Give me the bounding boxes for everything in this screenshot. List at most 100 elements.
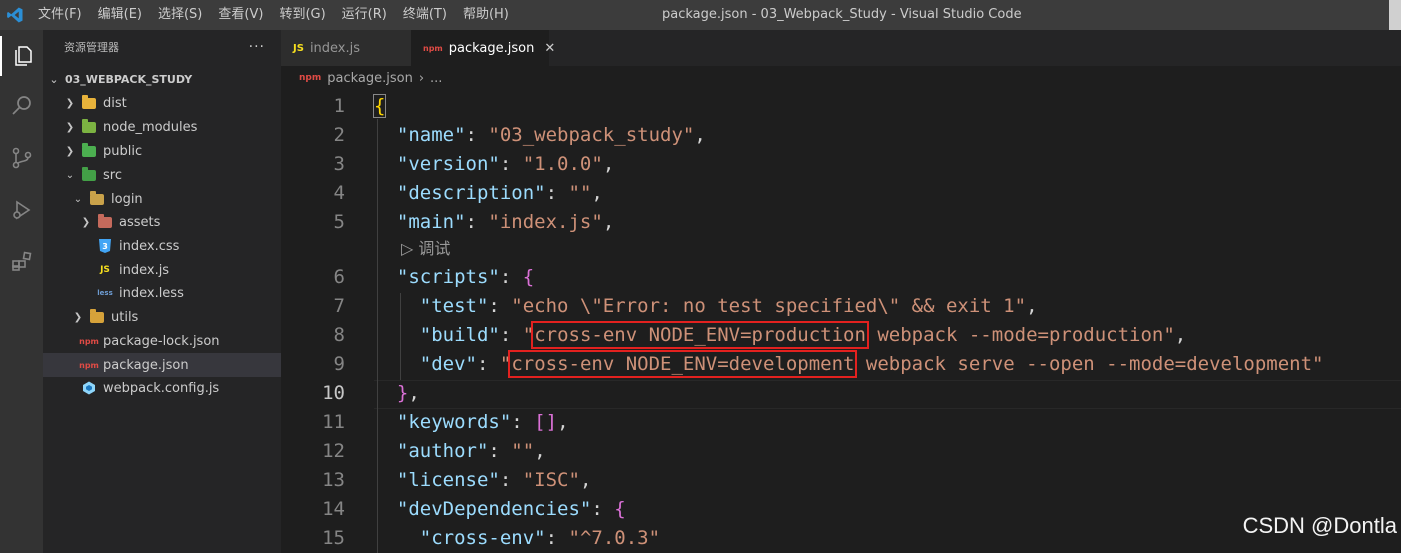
close-brace: } xyxy=(396,382,409,404)
menu-terminal[interactable]: 终端(T) xyxy=(395,0,455,30)
code-line: "keywords": [], xyxy=(396,411,569,433)
json-key: "cross-env" xyxy=(419,527,546,549)
source-control-icon[interactable] xyxy=(0,138,43,178)
tree-item-src[interactable]: ⌄ src xyxy=(43,163,281,187)
tree-item-login[interactable]: ⌄ login xyxy=(43,187,281,211)
chevron-right-icon: ❯ xyxy=(73,311,83,323)
menu-file[interactable]: 文件(F) xyxy=(30,0,90,30)
tree-item-label: src xyxy=(103,167,122,183)
chevron-down-icon: ⌄ xyxy=(65,169,75,181)
chevron-right-icon: ❯ xyxy=(65,121,75,133)
tree-item-package-json[interactable]: npm package.json xyxy=(43,353,281,377)
tab-label: index.js xyxy=(309,40,361,56)
tree-item-index-css[interactable]: 3 index.css xyxy=(43,234,281,258)
code-line: "test": "echo \"Error: no test specified… xyxy=(419,295,1038,317)
json-key: "scripts" xyxy=(396,266,500,288)
json-value: " xyxy=(499,353,512,375)
code-line: "description": "", xyxy=(396,182,603,204)
line-number: 4 xyxy=(333,182,345,204)
menu-help[interactable]: 帮助(H) xyxy=(455,0,517,30)
folder-node-icon xyxy=(81,118,97,135)
json-key: "dev" xyxy=(419,353,477,375)
json-key: "description" xyxy=(396,182,546,204)
folder-utils-icon xyxy=(89,308,105,325)
npm-file-icon: npm xyxy=(79,336,99,346)
webpack-file-icon xyxy=(81,380,97,396)
tab-index-js[interactable]: JS index.js xyxy=(281,30,411,66)
tree-item-public[interactable]: ❯ public xyxy=(43,139,281,163)
menu-selection[interactable]: 选择(S) xyxy=(150,0,210,30)
files-icon[interactable] xyxy=(0,36,43,76)
more-actions-icon[interactable]: ··· xyxy=(249,30,265,64)
tree-item-label: package-lock.json xyxy=(103,333,220,349)
project-name: 03_WEBPACK_STUDY xyxy=(65,72,193,86)
explorer-header: 资源管理器 ··· xyxy=(43,30,281,66)
svg-text:3: 3 xyxy=(102,242,108,251)
json-value: " xyxy=(522,324,535,346)
line-number: 1 xyxy=(333,95,345,117)
line-number: 8 xyxy=(333,324,345,346)
line-number: 12 xyxy=(322,440,345,462)
current-line-highlight xyxy=(374,380,1401,409)
window-controls-edge[interactable] xyxy=(1389,0,1401,30)
menu-run[interactable]: 运行(R) xyxy=(334,0,395,30)
menu-view[interactable]: 查看(V) xyxy=(210,0,271,30)
chevron-right-icon: ❯ xyxy=(65,145,75,157)
breadcrumb-more[interactable]: ... xyxy=(430,71,442,86)
tree-item-label: webpack.config.js xyxy=(103,380,220,396)
breadcrumb: npm package.json › ... xyxy=(281,66,442,90)
highlight-box-development: cross-env NODE_ENV=development xyxy=(508,350,858,378)
extensions-icon[interactable] xyxy=(0,242,43,282)
code-line: "cross-env": "^7.0.3" xyxy=(419,527,661,549)
line-number: 14 xyxy=(322,498,345,520)
json-value: "echo \"Error: no test specified\" && ex… xyxy=(511,295,1027,317)
code-editor[interactable]: 1 2 3 4 5 6 7 8 9 10 11 12 13 14 15 { "n… xyxy=(281,90,1401,553)
tree-item-index-less[interactable]: less index.less xyxy=(43,281,281,305)
tree-item-assets[interactable]: ❯ assets xyxy=(43,210,281,234)
tree-item-index-js[interactable]: JS index.js xyxy=(43,258,281,282)
tree-item-label: public xyxy=(103,143,143,159)
project-root[interactable]: ⌄ 03_WEBPACK_STUDY xyxy=(43,68,281,90)
explorer-title: 资源管理器 xyxy=(64,41,119,54)
code-line: "build": "cross-env NODE_ENV=production … xyxy=(419,321,1187,349)
close-icon[interactable]: ✕ xyxy=(544,41,555,56)
open-brace: { xyxy=(522,266,535,288)
editor-tabs: JS index.js npm package.json ✕ xyxy=(281,30,1401,66)
run-debug-icon[interactable] xyxy=(0,190,43,230)
npm-file-icon: npm xyxy=(79,360,99,370)
json-key: "devDependencies" xyxy=(396,498,592,520)
json-key: "version" xyxy=(396,153,500,175)
window-title: package.json - 03_Webpack_Study - Visual… xyxy=(662,7,1022,22)
debug-codelens[interactable]: ▷ 调试 xyxy=(401,236,450,262)
folder-public-icon xyxy=(81,142,97,159)
tree-item-node-modules[interactable]: ❯ node_modules xyxy=(43,115,281,139)
tree-item-label: index.less xyxy=(119,285,184,301)
watermark: CSDN @Dontla xyxy=(1242,513,1397,538)
tab-package-json[interactable]: npm package.json ✕ xyxy=(411,30,555,66)
tree-item-webpack-config[interactable]: webpack.config.js xyxy=(43,376,281,400)
json-key: "test" xyxy=(419,295,489,317)
code-line: "devDependencies": { xyxy=(396,498,626,520)
json-value: "03_webpack_study" xyxy=(488,124,695,146)
tree-item-label: index.css xyxy=(119,238,180,254)
search-icon[interactable] xyxy=(0,86,43,126)
json-value: "" xyxy=(568,182,592,204)
chevron-right-icon: ❯ xyxy=(81,216,91,228)
tree-item-label: package.json xyxy=(103,357,189,373)
breadcrumb-file[interactable]: package.json xyxy=(327,71,413,86)
menu-go[interactable]: 转到(G) xyxy=(271,0,333,30)
tree-item-utils[interactable]: ❯ utils xyxy=(43,305,281,329)
menu-edit[interactable]: 编辑(E) xyxy=(90,0,150,30)
tree-item-label: utils xyxy=(111,309,139,325)
tree-item-label: index.js xyxy=(119,262,170,278)
line-number: 15 xyxy=(322,527,345,549)
code-line: "dev": "cross-env NODE_ENV=development w… xyxy=(419,350,1324,378)
explorer-sidebar: 资源管理器 ··· ⌄ 03_WEBPACK_STUDY ❯ dist ❯ no… xyxy=(43,30,281,553)
chevron-down-icon: ⌄ xyxy=(49,72,59,86)
tree-item-package-lock[interactable]: npm package-lock.json xyxy=(43,329,281,353)
tree-item-dist[interactable]: ❯ dist xyxy=(43,91,281,115)
tree-item-label: node_modules xyxy=(103,119,198,135)
title-bar: 文件(F) 编辑(E) 选择(S) 查看(V) 转到(G) 运行(R) 终端(T… xyxy=(0,0,1401,30)
folder-icon xyxy=(89,190,105,207)
js-file-icon: JS xyxy=(293,42,304,54)
